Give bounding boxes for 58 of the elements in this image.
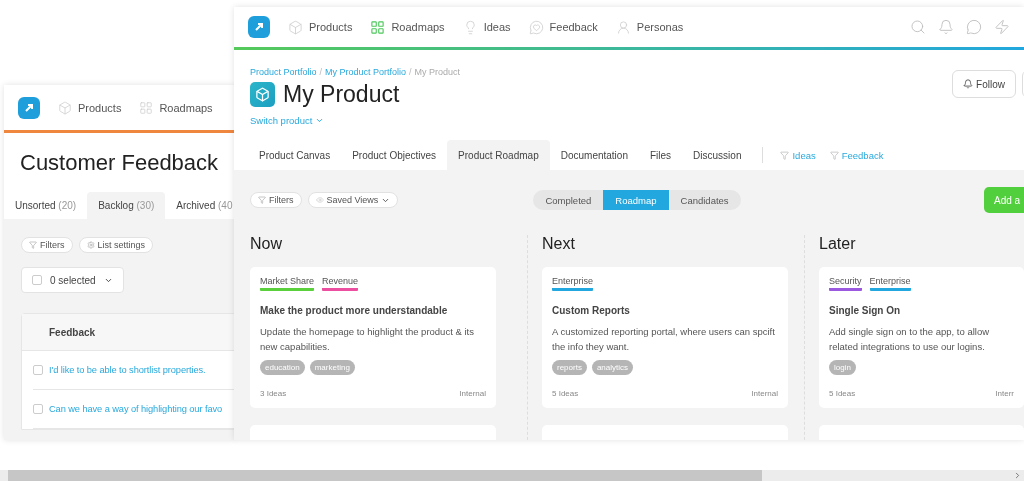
view-toggle[interactable]: Completed: [533, 190, 604, 210]
card-title: Custom Reports: [552, 305, 631, 316]
tag: analytics: [591, 360, 634, 375]
nav-link[interactable]: Products: [58, 100, 122, 115]
ideas-count: 5 Ideas: [552, 389, 579, 398]
goal-label: Market Share: [260, 276, 315, 291]
visibility-label: Interr: [995, 389, 1014, 398]
card-title: Single Sign On: [829, 305, 902, 316]
nav-link[interactable]: Products: [288, 19, 353, 35]
visibility-label: Internal: [459, 389, 486, 398]
list-settings-button[interactable]: List settings: [78, 237, 154, 253]
card-description: A customized reporting portal, where users can spcift the info they want.: [552, 325, 776, 354]
follow-button[interactable]: Follow: [952, 70, 1016, 98]
column-title: Now: [250, 235, 283, 253]
goal-label: Security: [829, 276, 862, 291]
breadcrumb-separator: /: [409, 67, 412, 77]
nav-link[interactable]: Feedback: [528, 19, 598, 35]
page-title: My Product: [283, 81, 400, 108]
card-title: Make the product more understandable: [260, 305, 449, 316]
tag: education: [260, 360, 305, 375]
current-page-label: My Product: [414, 67, 461, 77]
ideas-count: 3 Ideas: [260, 389, 287, 398]
card-description: Update the homepage to highlight the product & its new capabilities.: [260, 325, 475, 354]
column-title: Next: [542, 235, 576, 253]
filters-button[interactable]: Filters: [250, 192, 302, 208]
page-title: Customer Feedback: [20, 150, 219, 176]
tag: reports: [552, 360, 587, 375]
nav-link[interactable]: Roadmaps: [370, 19, 445, 35]
visibility-label: Internal: [751, 389, 778, 398]
nav-link[interactable]: Personas: [615, 19, 684, 35]
breadcrumb-separator: /: [319, 67, 323, 77]
selection-dropdown[interactable]: 0 selected: [21, 267, 124, 293]
view-toggle[interactable]: Candidates: [668, 190, 741, 210]
ideas-count: 5 Ideas: [829, 389, 856, 398]
roadmap-card[interactable]: Market Share Revenue Make the product more understandable Update the homepage to highlight the product & its new capabilities. education marketing 3 Ideas Internal: [250, 267, 496, 408]
card-description: Add single sign on to the app, to allow related integrations to use our logins.: [829, 325, 991, 354]
nav-link[interactable]: Roadmaps: [139, 100, 213, 115]
tab[interactable]: Archived (40: [165, 192, 235, 219]
saved-views-button[interactable]: Saved Views: [307, 192, 399, 208]
nav-link[interactable]: Ideas: [462, 19, 511, 35]
column-header: Feedback: [22, 314, 234, 351]
goal-label: Enterprise: [869, 276, 911, 291]
tag: marketing: [309, 360, 355, 375]
tab[interactable]: Product Canvas: [248, 140, 342, 170]
tab[interactable]: Backlog (30): [87, 192, 166, 219]
column-title: Later: [819, 235, 857, 253]
filters-button[interactable]: Filters: [21, 237, 73, 253]
tab[interactable]: Product Objectives: [341, 140, 448, 170]
tab[interactable]: Discussion: [682, 140, 753, 170]
tab[interactable]: Product Roadmap: [447, 140, 550, 170]
tab[interactable]: Files: [638, 140, 683, 170]
goal-label: Enterprise: [552, 276, 594, 291]
tab[interactable]: Unsorted (20): [4, 192, 88, 219]
tag: login: [829, 360, 856, 375]
goal-label: Revenue: [322, 276, 359, 291]
tab[interactable]: Documentation: [549, 140, 639, 170]
roadmap-card[interactable]: Enterprise Custom Reports A customized reporting portal, where users can spcift the info they want. reports analytics 5 Ideas Internal: [542, 267, 788, 408]
roadmap-card[interactable]: Security Enterprise Single Sign On Add single sign on to the app, to allow related integrations to use our logins. login 5 Ideas Interr: [819, 267, 1024, 408]
